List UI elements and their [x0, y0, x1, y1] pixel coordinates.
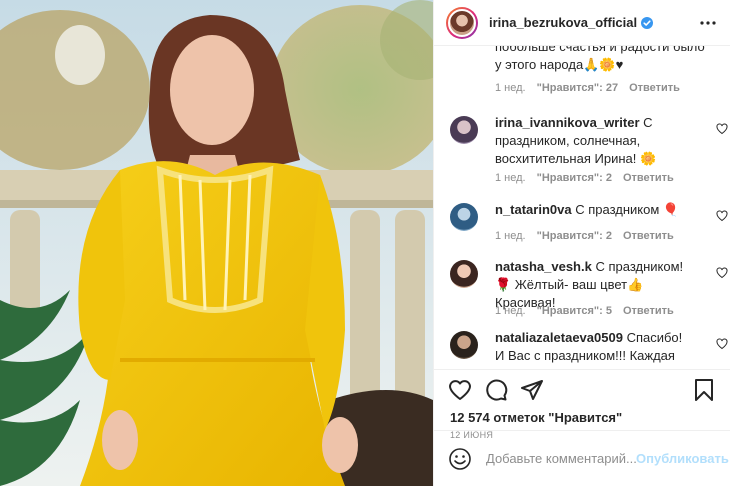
more-options-button[interactable] — [696, 11, 720, 35]
comment-meta: 1 нед. "Нравится": 2 Ответить — [495, 172, 674, 184]
comment-meta: 1 нед. "Нравится": 5 Ответить — [495, 305, 674, 317]
comment-time: 1 нед. — [495, 230, 526, 242]
commenter-avatar[interactable] — [450, 116, 478, 144]
commenter-username[interactable]: irina_ivannikova_writer — [495, 115, 640, 130]
comment-likes[interactable]: "Нравится": 27 — [537, 82, 618, 94]
heart-icon — [449, 379, 471, 400]
add-comment-bar: Опубликовать — [434, 430, 730, 486]
like-comment-heart-icon[interactable] — [716, 123, 728, 135]
bookmark-icon — [695, 378, 713, 401]
reply-button[interactable]: Ответить — [623, 305, 674, 317]
verified-badge-icon — [641, 16, 654, 29]
comment-likes[interactable]: "Нравится": 2 — [537, 172, 612, 184]
post-actions-bar — [434, 369, 730, 409]
post-photo[interactable] — [0, 0, 433, 486]
post-sidebar: irina_bezrukova_official побольше счасть… — [433, 0, 730, 486]
share-button[interactable] — [520, 378, 544, 402]
comment-time: 1 нед. — [495, 82, 526, 94]
commenter-avatar[interactable] — [450, 203, 478, 231]
post-header: irina_bezrukova_official — [434, 0, 730, 46]
like-button[interactable] — [448, 378, 472, 402]
comment-meta: 1 нед. "Нравится": 27 Ответить — [495, 82, 680, 94]
comment-text: С праздником 🎈 — [575, 202, 680, 217]
comment-body: nataliazaletaeva0509 Спасибо! И Вас с пр… — [495, 329, 690, 365]
more-horizontal-icon — [700, 20, 716, 25]
author-username[interactable]: irina_bezrukova_official — [489, 15, 637, 30]
commenter-username[interactable]: natasha_vesh.k — [495, 259, 592, 274]
reply-button[interactable]: Ответить — [629, 82, 680, 94]
like-comment-heart-icon[interactable] — [716, 267, 728, 279]
commenter-username[interactable]: n_tatarin0va — [495, 202, 572, 217]
comment-likes[interactable]: "Нравится": 5 — [537, 305, 612, 317]
comment-button[interactable] — [484, 378, 508, 402]
commenter-avatar[interactable] — [450, 331, 478, 359]
comment-likes[interactable]: "Нравится": 2 — [537, 230, 612, 242]
comment-body: natasha_vesh.k С праздником! 🌹 Жёлтый- в… — [495, 258, 690, 312]
smiley-icon — [449, 447, 471, 470]
comment-time: 1 нед. — [495, 172, 526, 184]
author-avatar[interactable] — [446, 6, 478, 39]
comment-body: irina_ivannikova_writer С праздником, со… — [495, 114, 690, 168]
like-comment-heart-icon[interactable] — [716, 338, 728, 350]
comment-body: n_tatarin0va С праздником 🎈 — [495, 201, 690, 219]
comment-bubble-icon — [486, 379, 508, 400]
publish-button[interactable]: Опубликовать — [636, 451, 729, 466]
comment-text-partial: побольше счастья и радости было у этого … — [495, 46, 705, 72]
comment-input[interactable] — [486, 451, 636, 466]
paper-plane-icon — [521, 379, 543, 400]
reply-button[interactable]: Ответить — [623, 172, 674, 184]
emoji-button[interactable] — [448, 447, 472, 471]
likes-count[interactable]: 12 574 отметок "Нравится" — [434, 409, 730, 427]
commenter-username[interactable]: nataliazaletaeva0509 — [495, 330, 623, 345]
comment-time: 1 нед. — [495, 305, 526, 317]
comment-meta: 1 нед. "Нравится": 2 Ответить — [495, 230, 674, 242]
commenter-avatar[interactable] — [450, 260, 478, 288]
like-comment-heart-icon[interactable] — [716, 210, 728, 222]
comments-list[interactable]: побольше счастья и радости было у этого … — [434, 46, 730, 369]
save-button[interactable] — [692, 378, 716, 402]
reply-button[interactable]: Ответить — [623, 230, 674, 242]
woman-in-yellow-dress-photo — [0, 0, 433, 486]
instagram-post: irina_bezrukova_official побольше счасть… — [0, 0, 730, 486]
